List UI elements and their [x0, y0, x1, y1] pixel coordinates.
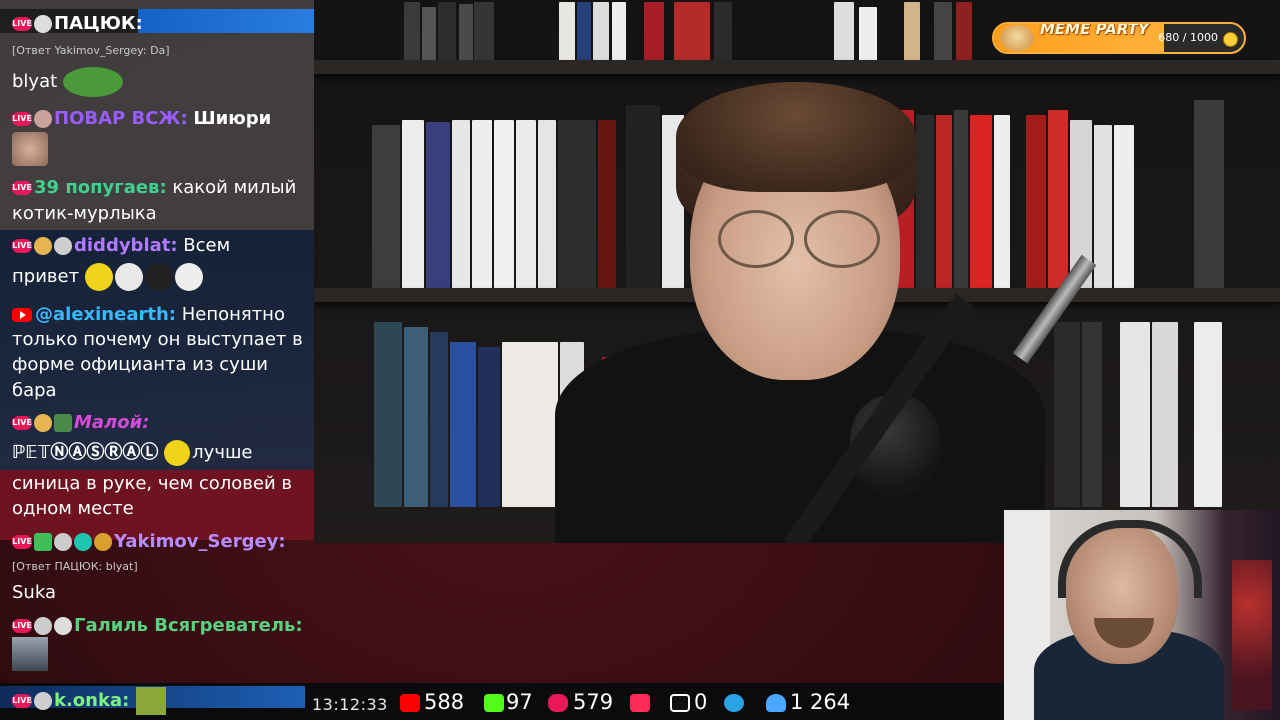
- vklive-icon: LIVE: [12, 619, 32, 633]
- chat-text-line: бара: [12, 380, 57, 401]
- chat-message: blyat: [12, 67, 123, 97]
- chat-message: LIVE 39 попугаев: какой милый: [12, 175, 296, 200]
- chat-message-line: ℙ𝔼𝕋ⓃⒶⓈⓇⒶⓁ лучше: [12, 440, 253, 466]
- stream-clock: 13:12:33: [312, 695, 388, 714]
- chat-author[interactable]: ПОВАР ВСЖ:: [54, 108, 188, 129]
- vklive-icon: [548, 694, 568, 712]
- vklive-icon: LIVE: [12, 694, 32, 708]
- verified-icon: [74, 533, 92, 551]
- beer-emote-icon: [34, 237, 52, 255]
- emote-icon: [94, 533, 112, 551]
- chat-message: LIVE diddyblat: Всем: [12, 233, 230, 258]
- dark-emote-icon: [144, 263, 173, 291]
- shelf-board: [314, 60, 1280, 74]
- laugh-emote-icon: [164, 440, 191, 466]
- chat-message: LIVE ПАЦЮК:: [12, 11, 143, 36]
- total-viewers: 1 264: [790, 690, 851, 714]
- chat-text: Всем: [183, 235, 231, 256]
- vklive-icon: LIVE: [12, 181, 32, 195]
- headphones-icon: [1058, 520, 1202, 598]
- beer-emote-icon: [34, 414, 52, 432]
- viewers-icon: [766, 694, 786, 712]
- webcam: [1004, 510, 1280, 720]
- rutube-viewers: 0: [694, 690, 708, 714]
- chat-reply: [Ответ ПАЦЮК: blyat]: [12, 560, 138, 573]
- chat-panel: LIVE ПАЦЮК: [Ответ Yakimov_Sergey: Da] bl…: [0, 0, 314, 680]
- bowl-emote-icon: [54, 533, 72, 551]
- flag-background: [1232, 560, 1272, 710]
- chat-message: LIVE Yakimov_Sergey:: [12, 529, 286, 554]
- chat-text-line: форме официанта из суши: [12, 354, 268, 375]
- ghost-emote-icon: [114, 263, 143, 291]
- glasses-icon: [718, 210, 880, 270]
- chat-message-line: привет: [12, 263, 205, 291]
- chat-author[interactable]: Yakimov_Sergey:: [114, 531, 286, 552]
- chat-text: Шиюри: [193, 108, 272, 129]
- vklive-icon: LIVE: [12, 112, 32, 126]
- chat-text: Непонятно: [181, 304, 285, 325]
- skull-emote-icon: [34, 15, 52, 33]
- chat-message: LIVE Галиль Всягреватель:: [12, 613, 303, 638]
- chat-message: @alexinearth: Непонятно: [12, 302, 285, 327]
- sticker-image: [135, 687, 166, 715]
- cat-image: [12, 132, 48, 166]
- emote-icon: [34, 692, 52, 710]
- doge-icon: [1000, 25, 1034, 51]
- rutube-icon: [670, 694, 690, 712]
- chat-author[interactable]: ПАЦЮК:: [54, 13, 143, 34]
- pepe-emote-icon: [62, 67, 123, 97]
- smile-emote-icon: [84, 263, 113, 291]
- vklive-icon: LIVE: [12, 239, 32, 253]
- youtube-icon: [400, 694, 420, 712]
- vklive-icon: LIVE: [12, 416, 32, 430]
- skull-emote-icon: [54, 617, 72, 635]
- chat-message: LIVE k.onka:: [12, 687, 166, 715]
- meme-party-title: MEME PARTY: [1040, 22, 1149, 38]
- chat-message: LIVE Малой:: [12, 410, 149, 435]
- vklive-icon: LIVE: [12, 17, 32, 31]
- chat-text-line: только почему он выступает в: [12, 329, 303, 350]
- coin-icon: [1223, 32, 1238, 47]
- chat-text-line: одном месте: [12, 498, 134, 519]
- sticker-image: [12, 637, 48, 671]
- chat-author[interactable]: 39 попугаев:: [34, 177, 167, 198]
- chat-text: какой милый: [172, 177, 297, 198]
- chat-author[interactable]: Галиль Всягреватель:: [74, 615, 303, 636]
- chat-text: лучше: [192, 442, 253, 463]
- chat-author[interactable]: diddyblat:: [74, 235, 178, 256]
- vklive-viewers: 579: [573, 690, 614, 714]
- main-video: [314, 0, 1280, 543]
- check-emote-icon: [34, 533, 52, 551]
- meme-party-progress: MEME PARTY 680 / 1000: [992, 22, 1246, 54]
- chat-text: Suka: [12, 582, 56, 603]
- badge-emote-icon: [54, 414, 72, 432]
- emote-icon: [54, 237, 72, 255]
- vklive-icon: LIVE: [12, 535, 32, 549]
- chat-text: blyat: [12, 71, 58, 92]
- meme-party-count: 680 / 1000: [1158, 31, 1218, 44]
- chat-author[interactable]: Малой:: [74, 412, 149, 433]
- streamer-fringe: [676, 82, 916, 192]
- cat-emote-icon: [34, 110, 52, 128]
- twitch-icon: [630, 694, 650, 712]
- youtube-viewers: 588: [424, 690, 465, 714]
- chat-text-line: котик-мурлыка: [12, 203, 157, 224]
- chat-text-line: синица в руке, чем соловей в: [12, 473, 293, 494]
- kick-icon: [484, 694, 504, 712]
- chat-reply: [Ответ Yakimov_Sergey: Da]: [12, 44, 170, 57]
- youtube-icon: [12, 308, 32, 322]
- chat-text: привет: [12, 266, 80, 287]
- telegram-icon: [724, 694, 744, 712]
- chat-author[interactable]: @alexinearth:: [35, 304, 176, 325]
- face-emote-icon: [174, 263, 203, 291]
- chat-author[interactable]: k.onka:: [54, 690, 129, 711]
- kick-viewers: 97: [506, 690, 533, 714]
- bowl-emote-icon: [34, 617, 52, 635]
- chat-text: ℙ𝔼𝕋ⓃⒶⓈⓇⒶⓁ: [12, 442, 159, 463]
- chat-message: LIVE ПОВАР ВСЖ: Шиюри: [12, 106, 271, 131]
